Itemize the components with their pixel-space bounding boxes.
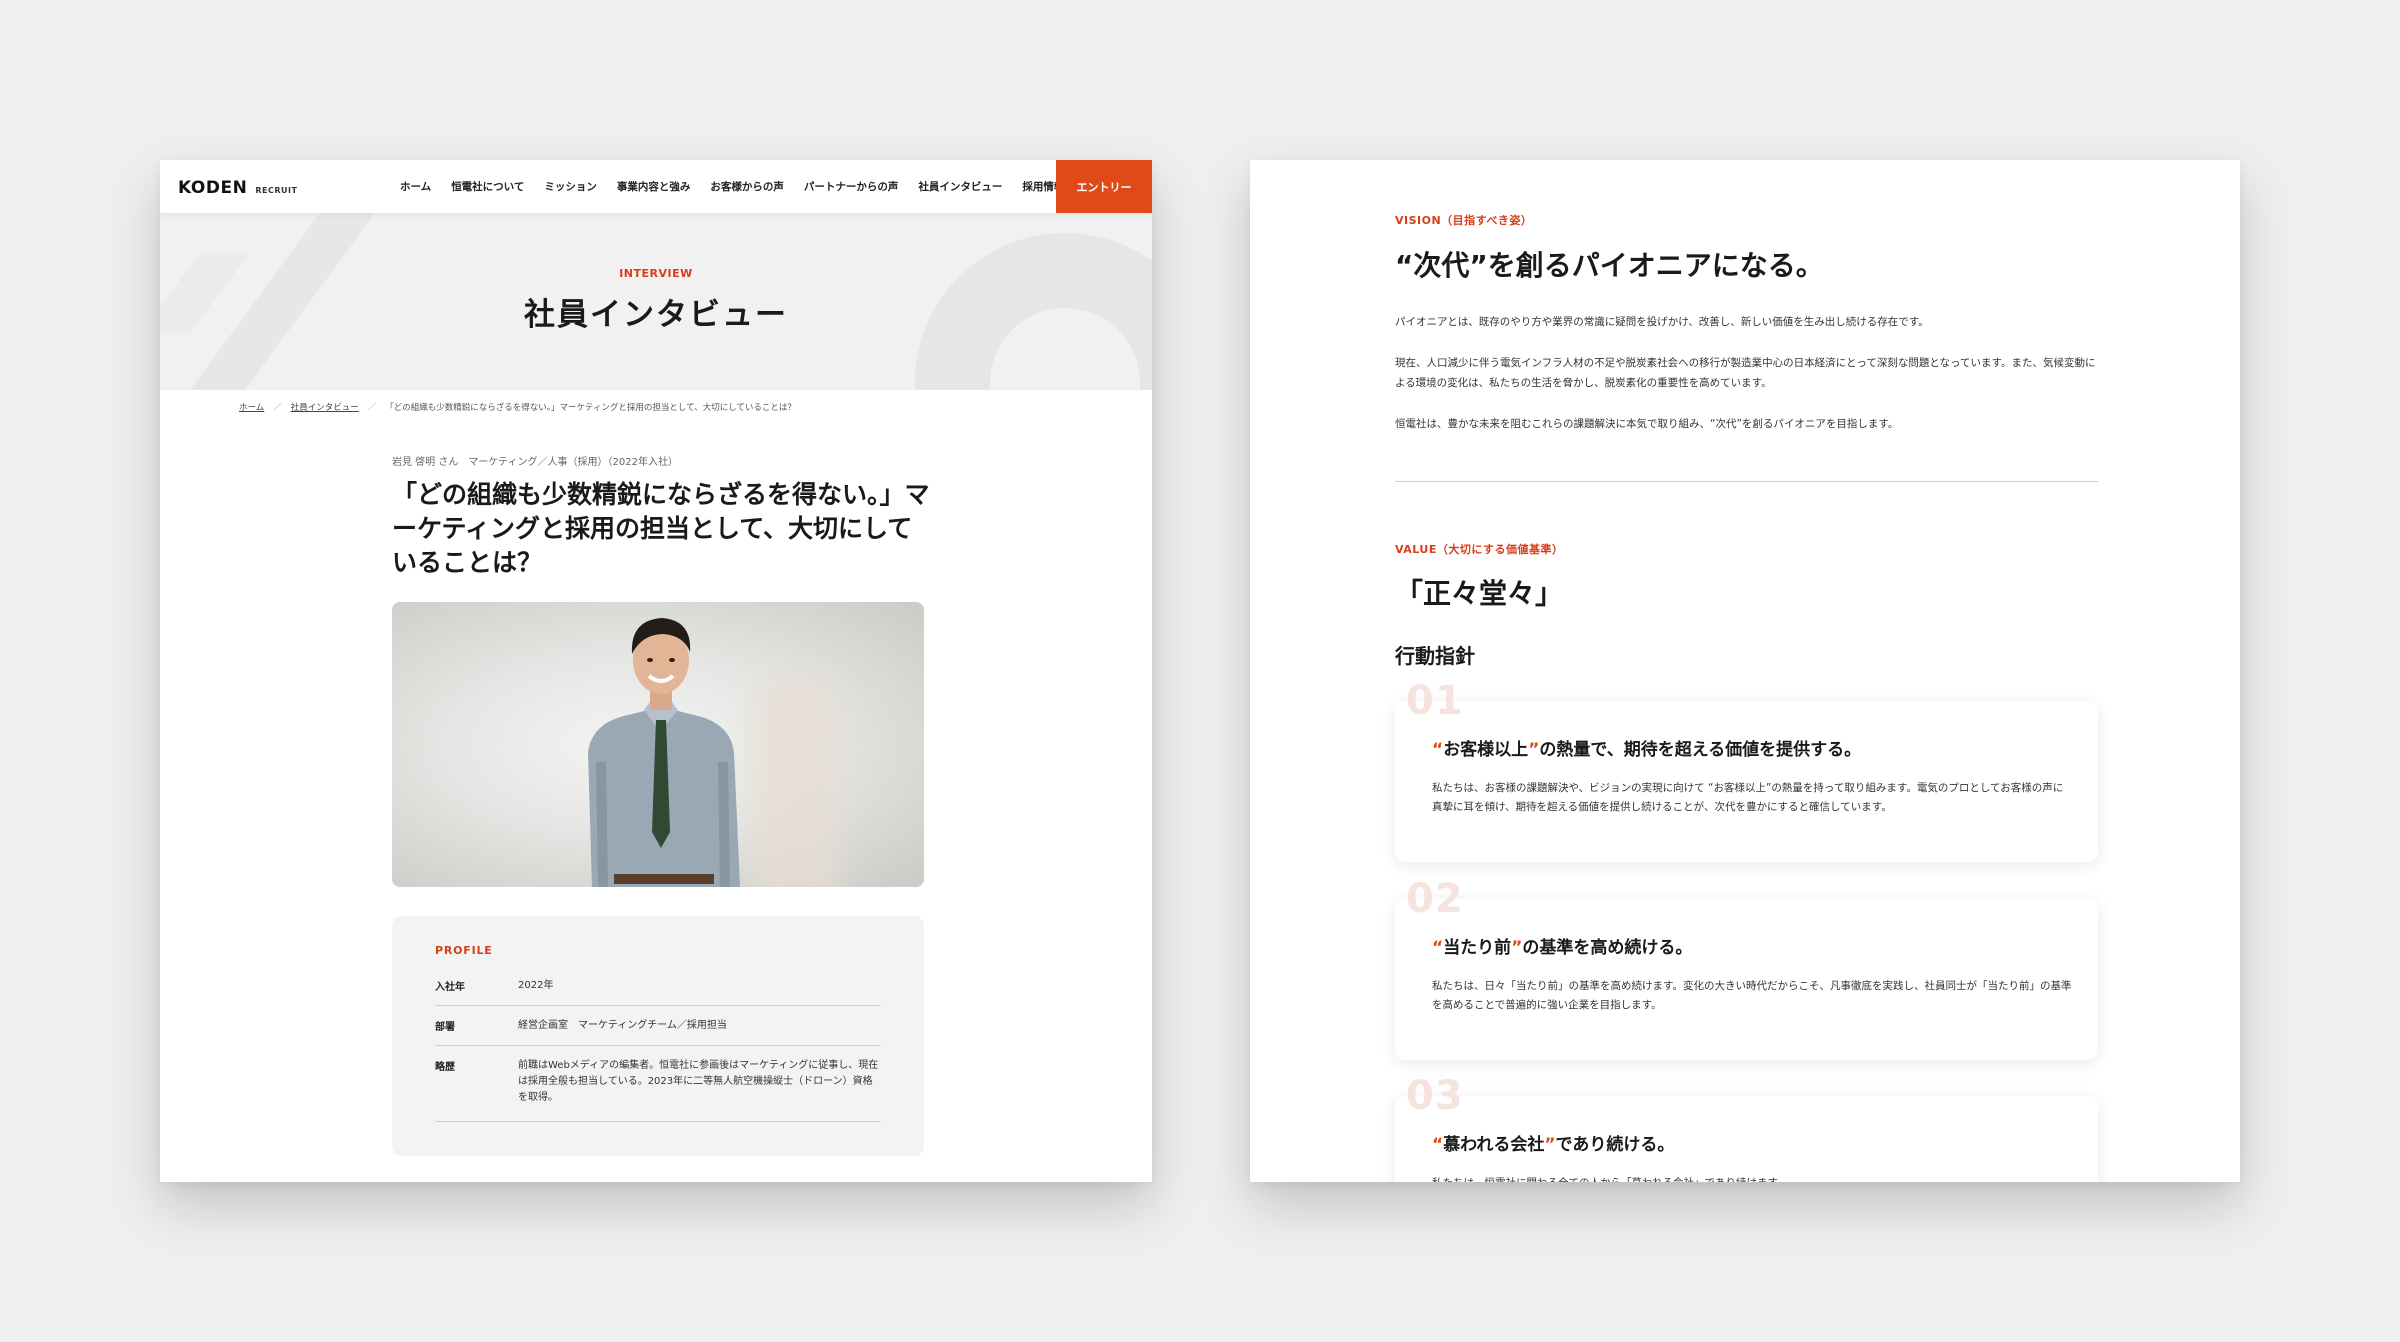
- profile-label: PROFILE: [435, 944, 493, 957]
- hero-eyebrow: INTERVIEW: [619, 267, 693, 280]
- card-title-highlight: 当たり前: [1443, 938, 1512, 958]
- breadcrumb-interview[interactable]: 社員インタビュー: [291, 401, 359, 413]
- card-quote-close: ”: [1511, 938, 1523, 958]
- interviewee-meta: 岩見 啓明 さん マーケティング／人事（採用）（2022年入社）: [392, 457, 679, 468]
- card-quote-open: “: [1432, 1135, 1444, 1155]
- breadcrumb-separator: ／: [273, 403, 282, 413]
- value-eyebrow: VALUE（大切にする価値基準）: [1395, 543, 1564, 556]
- profile-row: 略歴 前職はWebメディアの編集者。恒電社に参画後はマーケティングに従事し、現在…: [435, 1058, 881, 1122]
- card-title: “当たり前”の基準を高め続ける。: [1432, 933, 1692, 958]
- vision-eyebrow: VISION（目指すべき姿）: [1395, 214, 1533, 227]
- interview-page-screenshot: KODEN RECRUIT ホーム 恒電社について ミッション 事業内容と強み …: [160, 160, 1152, 1182]
- card-body: 私たちは、日々「当たり前」の基準を高め続けます。変化の大きい時代だからこそ、凡事…: [1432, 980, 2072, 1011]
- breadcrumb-home[interactable]: ホーム: [239, 401, 264, 413]
- profile-value: 前職はWebメディアの編集者。恒電社に参画後はマーケティングに従事し、現在は採用…: [518, 1060, 879, 1103]
- entry-button[interactable]: エントリー: [1056, 160, 1152, 213]
- hero-banner: INTERVIEW 社員インタビュー: [160, 213, 1152, 390]
- card-quote-open: “: [1432, 740, 1444, 760]
- value-title: 「正々堂々」: [1395, 577, 1564, 610]
- section-divider: [1395, 481, 2098, 482]
- vision-title: “次代”を創るパイオニアになる。: [1395, 249, 1824, 282]
- profile-value: 2022年: [518, 980, 554, 991]
- breadcrumb-current: 「どの組織も少数精鋭にならざるを得ない。」マーケティングと採用の担当として、大切…: [385, 403, 796, 413]
- profile-row: 入社年 2022年: [435, 978, 881, 1006]
- nav-item-partner-voice[interactable]: パートナーからの声: [794, 179, 909, 194]
- card-quote-close: ”: [1528, 740, 1540, 760]
- profile-row: 部署 経営企画室 マーケティングチーム／採用担当: [435, 1018, 881, 1046]
- vision-paragraph: パイオニアとは、既存のやり方や業界の常識に疑問を投げかけ、改善し、新しい価値を生…: [1395, 316, 1929, 328]
- card-title: “お客様以上”の熱量で、期待を超える価値を提供する。: [1432, 735, 1861, 760]
- nav-item-about[interactable]: 恒電社について: [441, 179, 534, 194]
- principle-card: “お客様以上”の熱量で、期待を超える価値を提供する。 私たちは、お客様の課題解決…: [1395, 701, 2098, 862]
- card-title: “慕われる会社”であり続ける。: [1432, 1130, 1674, 1155]
- card-quote-open: “: [1432, 938, 1444, 958]
- article-title: 「どの組織も少数精鋭にならざるを得ない。」マーケティングと採用の担当として、大切…: [392, 480, 930, 577]
- profile-value: 経営企画室 マーケティングチーム／採用担当: [518, 1020, 727, 1031]
- card-number: 02: [1406, 876, 1464, 922]
- card-title-highlight: 慕われる会社: [1443, 1135, 1545, 1155]
- logo-mark: KODEN: [178, 178, 248, 198]
- vision-paragraph: 現在、人口減少に伴う電気インフラ人材の不足や脱炭素社会への移行が製造業中心の日本…: [1395, 357, 2096, 389]
- vision-paragraph: 恒電社は、豊かな未来を阻むこれらの課題解決に本気で取り組み、“次代”を創るパイオ…: [1395, 418, 1899, 430]
- nav-item-mission[interactable]: ミッション: [534, 179, 607, 194]
- card-body: 私たちは、お客様の課題解決や、ビジョンの実現に向けて “お客様以上”の熱量を持っ…: [1432, 782, 2064, 813]
- card-title-rest: の熱量で、期待を超える価値を提供する。: [1539, 740, 1862, 760]
- conduct-subtitle: 行動指針: [1395, 644, 1475, 668]
- profile-key: 部署: [435, 1022, 455, 1033]
- card-title-highlight: お客様以上: [1443, 740, 1529, 760]
- logo-sub: RECRUIT: [255, 186, 298, 195]
- principle-card: “慕われる会社”であり続ける。 私たちは、恒電社に関わる全ての人から「慕われる会…: [1395, 1096, 2098, 1182]
- card-title-rest: であり続ける。: [1555, 1135, 1675, 1155]
- nav-item-customer-voice[interactable]: お客様からの声: [700, 179, 794, 194]
- nav-item-interview[interactable]: 社員インタビュー: [908, 179, 1012, 194]
- card-number: 01: [1406, 678, 1464, 724]
- card-title-rest: の基準を高め続ける。: [1522, 938, 1693, 958]
- profile-box: PROFILE 入社年 2022年 部署 経営企画室 マーケティングチーム／採用…: [392, 916, 924, 1156]
- mission-page-screenshot: VISION（目指すべき姿） “次代”を創るパイオニアになる。 パイオニアとは、…: [1250, 160, 2240, 1182]
- card-body: 私たちは、恒電社に関わる全ての人から「慕われる会社」であり続けます。: [1432, 1174, 2072, 1182]
- profile-key: 略歴: [435, 1062, 455, 1073]
- profile-key: 入社年: [435, 982, 465, 993]
- card-quote-close: ”: [1544, 1135, 1556, 1155]
- interviewee-photo: [392, 602, 924, 887]
- card-number: 03: [1406, 1073, 1464, 1119]
- nav-item-home[interactable]: ホーム: [390, 179, 441, 194]
- principle-card: “当たり前”の基準を高め続ける。 私たちは、日々「当たり前」の基準を高め続けます…: [1395, 899, 2098, 1060]
- breadcrumb-separator: ／: [367, 403, 377, 413]
- site-header: KODEN RECRUIT ホーム 恒電社について ミッション 事業内容と強み …: [160, 160, 1152, 213]
- nav-item-business[interactable]: 事業内容と強み: [607, 179, 701, 194]
- site-logo[interactable]: KODEN RECRUIT: [178, 178, 297, 198]
- breadcrumb: ホーム ／ 社員インタビュー ／ 「どの組織も少数精鋭にならざるを得ない。」マー…: [239, 401, 796, 413]
- page-title: 社員インタビュー: [524, 297, 788, 333]
- global-nav: ホーム 恒電社について ミッション 事業内容と強み お客様からの声 パートナーか…: [390, 160, 1074, 213]
